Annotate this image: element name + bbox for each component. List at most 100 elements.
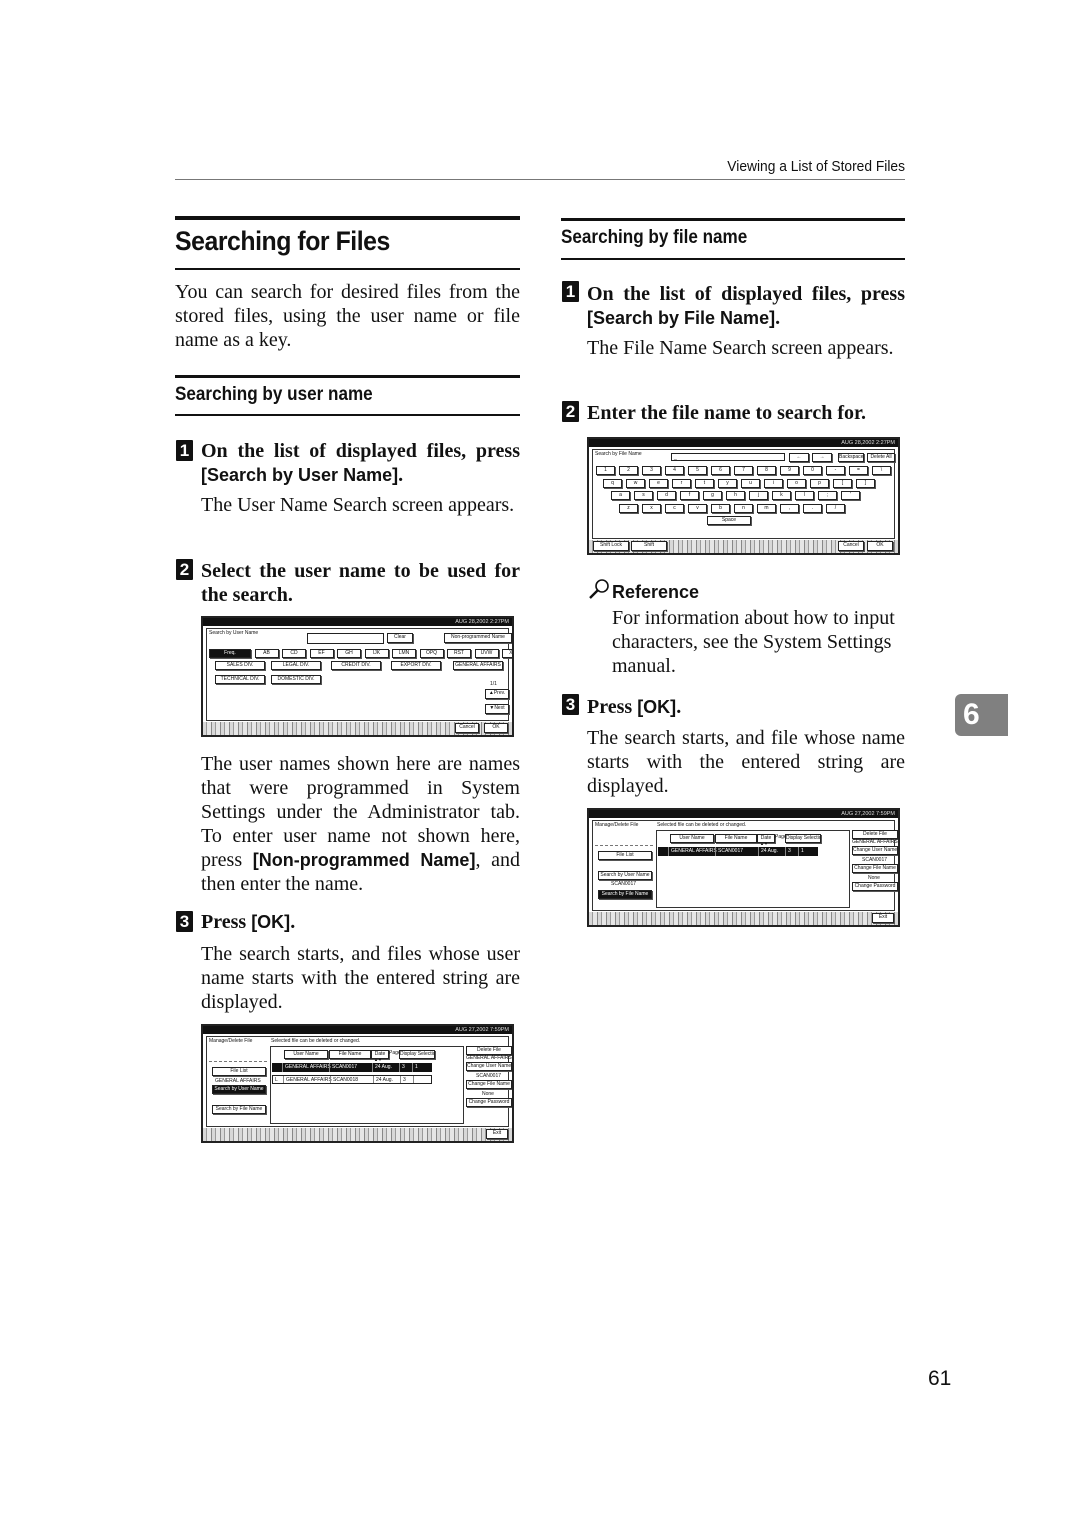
change-file-name-button[interactable]: Change File Name	[466, 1080, 512, 1089]
key-button[interactable]: .	[803, 503, 822, 513]
key-button[interactable]: ,	[780, 503, 799, 513]
key-button[interactable]: 0	[803, 466, 822, 475]
key-button[interactable]: 7	[734, 466, 753, 475]
search-by-file-name-button[interactable]: Search by File Name	[598, 890, 652, 899]
search-by-file-name-button[interactable]: Search by File Name	[212, 1105, 266, 1114]
column-header-pages[interactable]: Pages	[389, 1050, 403, 1057]
key-button[interactable]: k	[772, 491, 791, 500]
table-row[interactable]: L GENERAL AFFAIRS SCAN0018 24 Aug. 3	[272, 1075, 432, 1084]
key-button[interactable]: [	[833, 478, 852, 488]
next-button[interactable]: ▼Next	[485, 704, 509, 714]
key-button[interactable]: 6	[711, 466, 730, 475]
key-button[interactable]: h	[726, 491, 745, 500]
tab-xyz[interactable]: XYZ	[502, 649, 512, 658]
key-button[interactable]: a	[611, 491, 630, 500]
user-name-button[interactable]: LEGAL DIV.	[271, 661, 321, 670]
key-button[interactable]: -	[826, 466, 845, 475]
shift-lock-button[interactable]: Shift Lock	[593, 541, 629, 551]
sort-arrows[interactable]: ▲▼	[760, 841, 768, 846]
user-name-button[interactable]: TECHNICAL DIV.	[215, 675, 265, 684]
exit-button[interactable]: Exit	[486, 1129, 508, 1139]
table-row[interactable]: GENERAL AFFAIRS SCAN0017 24 Aug. 3 1	[272, 1063, 432, 1072]
column-header-user-name[interactable]: User Name	[670, 834, 714, 843]
clear-button[interactable]: Clear	[387, 633, 413, 643]
key-button[interactable]: d	[657, 491, 676, 500]
cancel-button[interactable]: Cancel	[455, 723, 479, 733]
search-by-user-name-button[interactable]: Search by User Name	[598, 871, 652, 880]
key-button[interactable]: /	[826, 503, 845, 513]
space-key[interactable]: Space	[707, 516, 751, 525]
key-button[interactable]: u	[741, 478, 760, 488]
tab-freq[interactable]: Freq.	[209, 649, 251, 658]
search-by-user-name-button[interactable]: Search by User Name	[212, 1085, 266, 1094]
delete-file-button[interactable]: Delete File	[852, 830, 898, 839]
key-button[interactable]: f	[680, 491, 699, 500]
tab-opq[interactable]: OPQ	[419, 649, 444, 658]
file-name-input[interactable]: _	[671, 453, 785, 461]
ok-button[interactable]: OK	[867, 541, 893, 551]
key-button[interactable]: 2	[619, 466, 638, 475]
key-button[interactable]: l	[795, 491, 814, 500]
key-button[interactable]: 9	[780, 466, 799, 475]
change-file-name-button[interactable]: Change File Name	[852, 864, 898, 873]
change-user-name-button[interactable]: Change User Name	[852, 846, 898, 855]
tab-lmn[interactable]: LMN	[392, 649, 416, 658]
key-button[interactable]: b	[711, 503, 730, 513]
key-button[interactable]: i	[764, 478, 783, 488]
key-button[interactable]: j	[749, 491, 768, 500]
user-name-field[interactable]	[307, 633, 384, 644]
tab-ab[interactable]: AB	[254, 649, 279, 658]
tab-rst[interactable]: RST	[447, 649, 471, 658]
table-row[interactable]: GENERAL AFFAIRS SCAN0017 24 Aug. 3 1	[658, 847, 818, 856]
key-button[interactable]: ;	[818, 491, 837, 500]
delete-all-button[interactable]: Delete All	[867, 453, 895, 462]
change-user-name-button[interactable]: Change User Name	[466, 1062, 512, 1071]
key-button[interactable]: p	[810, 478, 829, 488]
key-button[interactable]: =	[849, 466, 868, 475]
column-header-file-name[interactable]: File Name	[329, 1050, 371, 1059]
column-header-user-name[interactable]: User Name	[284, 1050, 328, 1059]
cursor-left-button[interactable]: ←	[789, 453, 809, 462]
user-name-button[interactable]: SALES DIV.	[215, 661, 265, 670]
exit-button[interactable]: Exit	[872, 913, 894, 923]
user-name-button[interactable]: GENERAL AFFAIRS	[453, 661, 503, 670]
key-button[interactable]: w	[626, 478, 645, 488]
non-programmed-name-button[interactable]: Non-programmed Name	[444, 633, 512, 643]
key-button[interactable]: ]	[856, 478, 875, 488]
tab-uvw[interactable]: UVW	[474, 649, 499, 658]
key-button[interactable]: v	[688, 503, 707, 513]
user-name-button[interactable]: EXPORT DIV.	[391, 661, 441, 670]
user-name-button[interactable]: CREDIT DIV.	[331, 661, 381, 670]
cursor-right-button[interactable]: →	[812, 453, 832, 462]
column-header-file-name[interactable]: File Name	[715, 834, 757, 843]
key-button[interactable]: q	[603, 478, 622, 488]
key-button[interactable]: 5	[688, 466, 707, 475]
key-button[interactable]: t	[695, 478, 714, 488]
key-button[interactable]: 8	[757, 466, 776, 475]
delete-file-button[interactable]: Delete File	[466, 1046, 512, 1055]
file-list-button[interactable]: File List	[598, 851, 652, 860]
key-button[interactable]: e	[649, 478, 668, 488]
tab-cd[interactable]: CD	[282, 649, 306, 658]
key-button[interactable]: x	[642, 503, 661, 513]
backspace-button[interactable]: Backspace	[838, 453, 864, 462]
key-button[interactable]: '	[841, 491, 860, 500]
key-button[interactable]: g	[703, 491, 722, 500]
tab-ijk[interactable]: IJK	[364, 649, 389, 658]
prev-button[interactable]: ▲Prev.	[485, 689, 509, 699]
sort-arrows[interactable]: ▲▼	[374, 1057, 382, 1062]
change-password-button[interactable]: Change Password	[852, 882, 898, 891]
key-button[interactable]: z	[619, 503, 638, 513]
file-list-button[interactable]: File List	[212, 1067, 266, 1076]
key-button[interactable]: s	[634, 491, 653, 500]
cancel-button[interactable]: Cancel	[838, 541, 864, 551]
column-header-display-selection[interactable]: Display Selection	[399, 1050, 435, 1059]
user-name-button[interactable]: DOMESTIC DIV.	[271, 675, 321, 684]
key-button[interactable]: o	[787, 478, 806, 488]
tab-gh[interactable]: GH	[337, 649, 361, 658]
key-button[interactable]: y	[718, 478, 737, 488]
key-button[interactable]: m	[757, 503, 776, 513]
key-button[interactable]: n	[734, 503, 753, 513]
key-button[interactable]: 4	[665, 466, 684, 475]
key-button[interactable]: c	[665, 503, 684, 513]
